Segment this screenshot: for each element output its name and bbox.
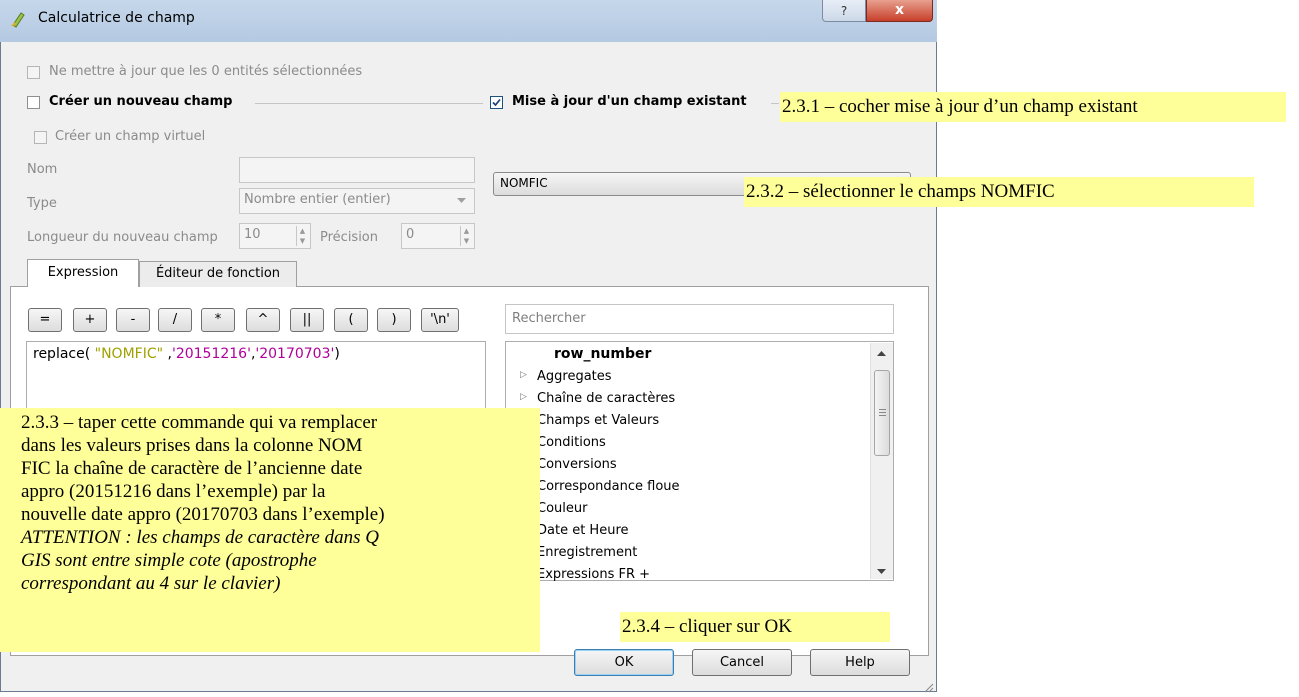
operator-multiply-button[interactable]: * <box>201 308 235 332</box>
precision-value: 0 <box>406 227 415 242</box>
spin-arrows-icon[interactable]: ▲ ▼ <box>296 226 308 246</box>
annotation-step-2-3-2: 2.3.2 – sélectionner le champs NOMFIC <box>744 177 1254 207</box>
type-value: Nombre entier (entier) <box>244 192 391 207</box>
cancel-button[interactable]: Cancel <box>692 649 792 676</box>
operator-equals-button[interactable]: = <box>28 308 62 332</box>
tab-function-editor[interactable]: Éditeur de fonction <box>139 261 297 287</box>
expr-sep: , <box>163 346 172 362</box>
update-existing-label: Mise à jour d'un champ existant <box>512 94 747 109</box>
operator-plus-button[interactable]: + <box>73 308 107 332</box>
expr-string-new-date: '20170703' <box>255 346 335 362</box>
precision-spinbox[interactable]: 0 ▲ ▼ <box>401 223 475 249</box>
check-icon <box>492 98 501 107</box>
name-input[interactable] <box>239 157 475 183</box>
expr-func: replace( <box>33 346 95 362</box>
expr-string-old-date: '20151216' <box>171 346 251 362</box>
scrollbar-thumb[interactable] <box>874 370 890 456</box>
list-item[interactable]: Conversions <box>537 457 617 472</box>
operator-minus-button[interactable]: - <box>116 308 150 332</box>
create-virtual-checkbox[interactable] <box>34 131 47 144</box>
annotation-warning-line: GIS sont entre simple cote (apostrophe <box>21 550 317 571</box>
ok-button[interactable]: OK <box>574 649 674 676</box>
window-title: Calculatrice de champ <box>38 10 195 26</box>
annotation-warning-line: ATTENTION : les champs de caractère dans… <box>21 527 379 548</box>
operator-concat-button[interactable]: || <box>290 308 324 332</box>
only-selected-label: Ne mettre à jour que les 0 entités sélec… <box>49 64 363 79</box>
expr-close: ) <box>334 346 340 362</box>
annotation-line: dans les valeurs prises dans la colonne … <box>21 435 363 456</box>
type-select[interactable]: Nombre entier (entier) <box>239 188 475 214</box>
list-item[interactable]: Couleur <box>537 501 587 516</box>
type-label: Type <box>27 196 57 211</box>
annotation-line: FIC la chaîne de caractère de l’ancienne… <box>21 458 363 479</box>
length-label: Longueur du nouveau champ <box>27 230 218 245</box>
list-item[interactable]: Conditions <box>537 435 606 450</box>
list-item[interactable]: Correspondance floue <box>537 479 680 494</box>
operator-newline-button[interactable]: '\n' <box>421 308 459 332</box>
function-search-input[interactable]: Rechercher <box>505 304 894 334</box>
list-item[interactable]: row_number <box>554 346 651 362</box>
only-selected-checkbox[interactable] <box>27 66 40 79</box>
scroll-up-icon[interactable] <box>877 351 886 357</box>
help-button[interactable]: Help <box>810 649 910 676</box>
expression-text: replace( "NOMFIC" ,'20151216','20170703'… <box>33 346 340 362</box>
title-bar: Calculatrice de champ ? x <box>0 0 937 42</box>
list-item[interactable]: Date et Heure <box>537 523 629 538</box>
resize-grip-icon[interactable] <box>923 682 934 693</box>
list-item[interactable]: Champs et Valeurs <box>537 413 659 428</box>
annotation-line: nouvelle date appro (20170703 dans l’exe… <box>21 504 385 525</box>
function-tree: row_number ▷ Aggregates ▷ Chaîne de cara… <box>505 341 894 582</box>
name-label: Nom <box>27 162 58 177</box>
operator-divide-button[interactable]: / <box>158 308 192 332</box>
annotation-line: 2.3.3 – taper cette commande qui va remp… <box>21 412 378 433</box>
list-item[interactable]: Expressions FR + <box>537 567 650 582</box>
scroll-down-icon[interactable] <box>877 569 886 575</box>
operator-open-paren-button[interactable]: ( <box>334 308 368 332</box>
tab-expression[interactable]: Expression <box>27 259 139 287</box>
close-window-button[interactable]: x <box>866 0 933 22</box>
operator-power-button[interactable]: ^ <box>246 308 280 332</box>
function-list-scrollbar[interactable] <box>870 343 893 579</box>
length-spinbox[interactable]: 10 ▲ ▼ <box>239 223 311 249</box>
annotation-step-2-3-4: 2.3.4 – cliquer sur OK <box>620 612 890 642</box>
annotation-step-2-3-1: 2.3.1 – cocher mise à jour d’un champ ex… <box>780 92 1286 122</box>
expr-field-token: "NOMFIC" <box>94 346 164 362</box>
create-virtual-label: Créer un champ virtuel <box>55 129 206 144</box>
annotation-step-2-3-3: 2.3.3 – taper cette commande qui va remp… <box>0 408 540 652</box>
existing-field-value: NOMFIC <box>500 176 548 190</box>
group-divider <box>771 103 779 104</box>
list-item[interactable]: Enregistrement <box>537 545 637 560</box>
precision-label: Précision <box>320 230 379 245</box>
update-existing-checkbox[interactable] <box>490 96 503 109</box>
expand-arrow-icon[interactable]: ▷ <box>520 370 527 380</box>
title-help-button[interactable]: ? <box>822 0 866 22</box>
create-new-field-label: Créer un nouveau champ <box>49 94 233 109</box>
annotation-line: appro (20151216 dans l’exemple) par la <box>21 481 326 502</box>
spin-arrows-icon[interactable]: ▲ ▼ <box>460 226 472 246</box>
length-value: 10 <box>244 227 261 242</box>
create-new-field-checkbox[interactable] <box>27 96 40 109</box>
operator-close-paren-button[interactable]: ) <box>377 308 411 332</box>
group-divider <box>255 103 483 104</box>
list-item[interactable]: Aggregates <box>537 369 612 384</box>
annotation-warning-line: correspondant au 4 sur le clavier) <box>21 573 281 594</box>
expand-arrow-icon[interactable]: ▷ <box>520 392 527 402</box>
list-item[interactable]: Chaîne de caractères <box>537 391 675 406</box>
qgis-calculator-icon <box>11 12 25 28</box>
chevron-down-icon <box>457 198 466 203</box>
